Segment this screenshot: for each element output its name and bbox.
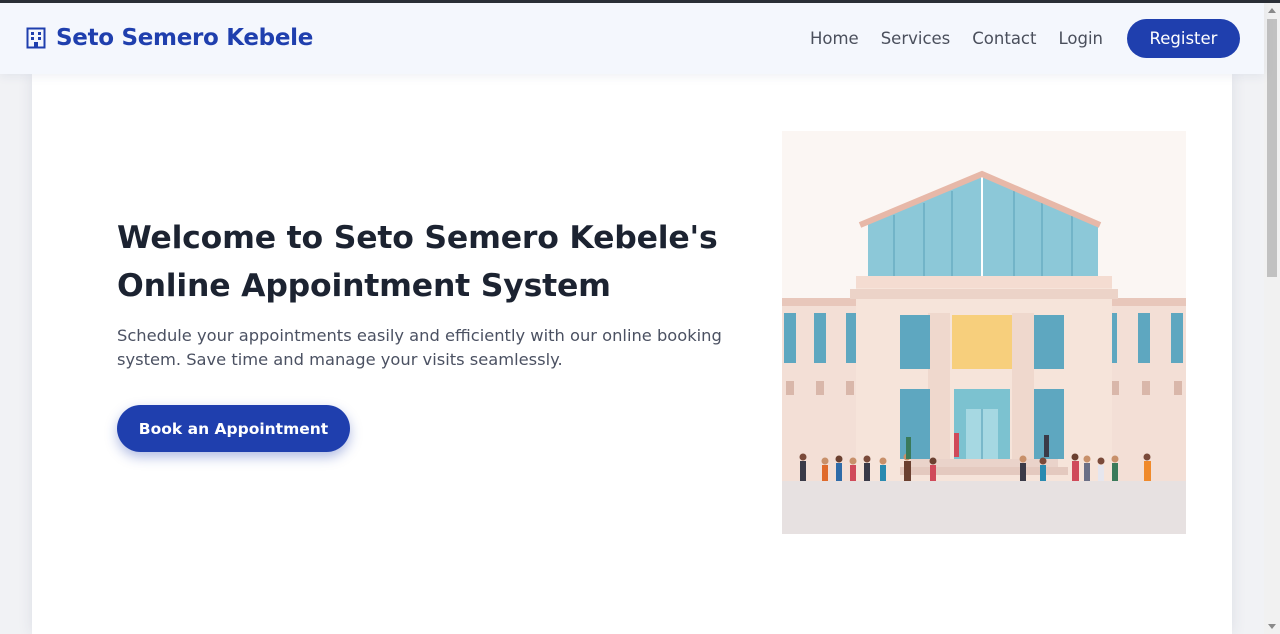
brand-logo[interactable]: Seto Semero Kebele [26,25,313,51]
hero-illustration [782,131,1186,534]
navbar: Seto Semero Kebele Home Services Contact… [0,3,1264,74]
register-button[interactable]: Register [1127,19,1240,58]
hero-title-line1: Welcome to Seto Semero Kebele's [117,220,718,256]
nav-home-link[interactable]: Home [810,29,859,48]
hero-title: Welcome to Seto Semero Kebele's Online A… [117,214,737,310]
scroll-down-icon[interactable] [1268,624,1276,629]
nav-contact-link[interactable]: Contact [972,29,1036,48]
hero-description: Schedule your appointments easily and ef… [117,326,722,369]
vertical-scrollbar[interactable] [1264,3,1280,634]
scroll-up-icon[interactable] [1268,8,1276,13]
hero-title-line2: Online Appointment System [117,268,611,304]
building-icon [26,27,46,49]
main-nav: Home Services Contact Login Register [810,19,1240,58]
nav-services-link[interactable]: Services [881,29,951,48]
hero-section: Welcome to Seto Semero Kebele's Online A… [32,74,1232,634]
scrollbar-thumb[interactable] [1267,19,1277,277]
nav-login-link[interactable]: Login [1058,29,1103,48]
book-appointment-button[interactable]: Book an Appointment [117,405,350,452]
brand-name: Seto Semero Kebele [56,25,314,51]
